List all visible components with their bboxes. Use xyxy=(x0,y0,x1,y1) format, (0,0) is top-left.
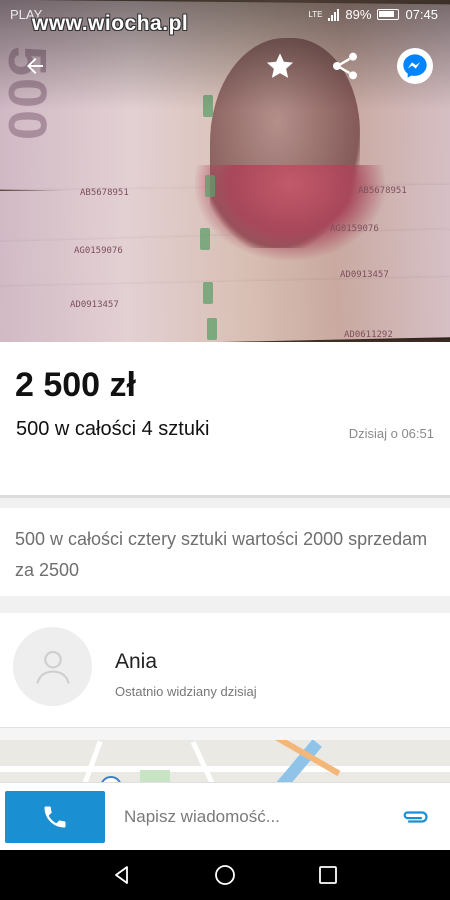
map-road xyxy=(190,741,215,784)
banknote-collar xyxy=(195,165,385,260)
system-navigation-bar xyxy=(0,850,450,900)
nav-home-button[interactable] xyxy=(205,855,245,895)
signal-icon xyxy=(328,8,340,21)
security-stripe xyxy=(205,175,215,197)
listing-price: 2 500 zł xyxy=(15,366,136,404)
nav-back-button[interactable] xyxy=(102,855,142,895)
battery-icon xyxy=(377,9,400,20)
security-stripe xyxy=(200,228,210,250)
messenger-icon xyxy=(403,54,427,78)
avatar xyxy=(13,627,92,706)
paperclip-icon xyxy=(403,811,428,823)
clock: 07:45 xyxy=(405,7,438,22)
user-placeholder-icon xyxy=(35,650,70,684)
seller-last-seen: Ostatnio widziany dzisiaj xyxy=(115,684,257,699)
banknote-serial: AB5678951 xyxy=(80,188,129,198)
listing-date: Dzisiaj o 06:51 xyxy=(348,426,434,441)
map-road xyxy=(0,766,450,772)
section-divider xyxy=(0,498,450,508)
description-card: 500 w całości cztery sztuki wartości 200… xyxy=(0,508,450,596)
circle-home-icon xyxy=(215,865,235,885)
share-icon xyxy=(333,52,357,80)
site-watermark: www.wiocha.pl xyxy=(32,12,189,35)
map-road xyxy=(82,740,103,785)
back-button[interactable] xyxy=(17,48,53,84)
network-type: LTE xyxy=(308,9,323,19)
back-arrow-icon xyxy=(27,58,43,74)
phone-icon xyxy=(44,806,66,828)
seller-card[interactable]: Ania Ostatnio widziany dzisiaj xyxy=(0,613,450,728)
favorite-button[interactable] xyxy=(262,48,298,84)
section-divider xyxy=(0,728,450,740)
seller-name: Ania xyxy=(115,650,158,673)
price-card: 2 500 zł 500 w całości 4 sztuki Dzisiaj … xyxy=(0,342,450,498)
banknote-serial: AG0159076 xyxy=(330,224,379,234)
banknote-serial: AG0159076 xyxy=(74,246,123,256)
attach-button[interactable] xyxy=(400,803,430,831)
star-icon xyxy=(266,53,294,78)
message-bar xyxy=(0,782,450,850)
listing-photo[interactable]: 500 AB5678951 AB5678951 AG0159076 AG0159… xyxy=(0,0,450,342)
call-button[interactable] xyxy=(5,791,105,843)
status-indicators: LTE 89% 07:45 xyxy=(308,7,438,22)
banknote-serial: AD0913457 xyxy=(340,270,389,280)
messenger-button[interactable] xyxy=(397,48,433,84)
listing-title: 500 w całości 4 sztuki xyxy=(16,418,210,440)
square-recents-icon xyxy=(319,866,338,884)
banknote-serial: AB5678951 xyxy=(358,186,407,196)
security-stripe xyxy=(203,282,213,304)
location-map[interactable] xyxy=(0,740,450,785)
triangle-back-icon xyxy=(114,866,128,884)
message-input[interactable] xyxy=(124,807,384,827)
listing-screen: 500 AB5678951 AB5678951 AG0159076 AG0159… xyxy=(0,0,450,900)
security-stripe xyxy=(207,318,217,340)
section-divider xyxy=(0,596,450,613)
battery-percent: 89% xyxy=(345,7,372,22)
banknote-serial: AD0611292 xyxy=(344,330,393,340)
banknote-serial: AD0913457 xyxy=(70,300,119,310)
nav-recents-button[interactable] xyxy=(308,855,348,895)
listing-description: 500 w całości cztery sztuki wartości 200… xyxy=(15,529,428,580)
share-button[interactable] xyxy=(327,48,363,84)
